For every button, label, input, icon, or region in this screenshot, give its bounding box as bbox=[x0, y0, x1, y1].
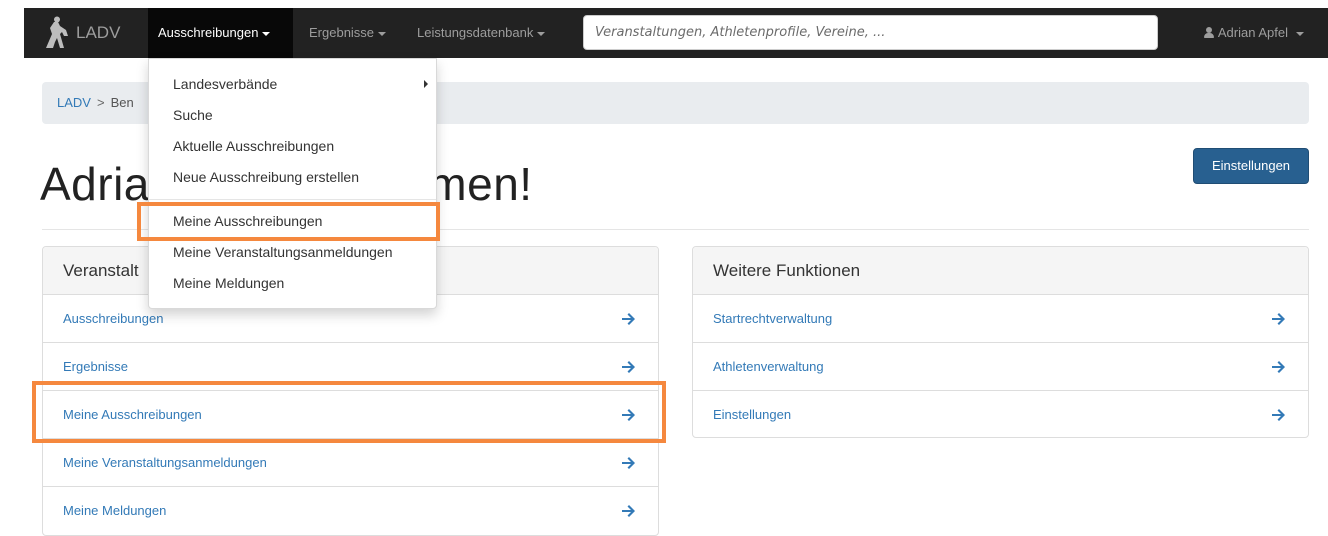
menu-item-suche[interactable]: Suche bbox=[149, 100, 436, 131]
panel-heading: Weitere Funktionen bbox=[693, 247, 1308, 295]
list-item[interactable]: Meine Ausschreibungen bbox=[43, 391, 658, 439]
list-item[interactable]: Meine Meldungen bbox=[43, 487, 658, 535]
nav-leistungsdatenbank[interactable]: Leistungsdatenbank bbox=[417, 8, 546, 58]
breadcrumb-home[interactable]: LADV bbox=[57, 95, 91, 110]
chevron-down-icon bbox=[1296, 31, 1304, 36]
chevron-down-icon bbox=[378, 31, 387, 36]
ausschreibungen-dropdown: Landesverbände Suche Aktuelle Ausschreib… bbox=[148, 58, 437, 309]
breadcrumb-current: Ben bbox=[110, 95, 134, 110]
link-einstellungen[interactable]: Einstellungen bbox=[713, 391, 791, 439]
nav-ergebnisse-label: Ergebnisse bbox=[309, 25, 375, 40]
menu-item-meine-ausschreibungen[interactable]: Meine Ausschreibungen bbox=[149, 206, 436, 237]
user-menu[interactable]: Adrian Apfel bbox=[1203, 8, 1304, 58]
list-item[interactable]: Athletenverwaltung bbox=[693, 343, 1308, 391]
menu-item-aktuelle-ausschreibungen[interactable]: Aktuelle Ausschreibungen bbox=[149, 131, 436, 162]
nav-leistungsdatenbank-label: Leistungsdatenbank bbox=[417, 25, 534, 40]
arrow-right-icon bbox=[1272, 312, 1286, 325]
ladv-logo-icon bbox=[40, 16, 74, 50]
nav-ergebnisse[interactable]: Ergebnisse bbox=[309, 8, 387, 58]
user-name: Adrian Apfel bbox=[1217, 25, 1288, 40]
list-item[interactable]: Meine Veranstaltungsanmeldungen bbox=[43, 439, 658, 487]
brand[interactable]: LADV bbox=[40, 8, 120, 58]
menu-item-meine-veranstaltungsanmeldungen[interactable]: Meine Veranstaltungsanmeldungen bbox=[149, 237, 436, 268]
arrow-right-icon bbox=[622, 408, 636, 421]
list-item[interactable]: Einstellungen bbox=[693, 391, 1308, 439]
arrow-right-icon bbox=[622, 360, 636, 373]
nav-ausschreibungen-label: Ausschreibungen bbox=[158, 25, 259, 40]
brand-text: LADV bbox=[76, 23, 121, 42]
chevron-down-icon bbox=[262, 31, 271, 36]
arrow-right-icon bbox=[1272, 360, 1286, 373]
link-meine-ausschreibungen[interactable]: Meine Ausschreibungen bbox=[63, 391, 202, 439]
link-athletenverwaltung[interactable]: Athletenverwaltung bbox=[713, 343, 824, 391]
page-title-start: Adria bbox=[40, 158, 150, 210]
link-meine-meldungen[interactable]: Meine Meldungen bbox=[63, 487, 166, 535]
menu-item-neue-ausschreibung[interactable]: Neue Ausschreibung erstellen bbox=[149, 162, 436, 193]
arrow-right-icon bbox=[1272, 409, 1286, 421]
navbar: LADV Ausschreibungen Ergebnisse Leistung… bbox=[24, 8, 1328, 58]
chevron-down-icon bbox=[537, 31, 546, 36]
link-meine-veranstaltungsanmeldungen[interactable]: Meine Veranstaltungsanmeldungen bbox=[63, 439, 267, 487]
arrow-right-icon bbox=[622, 456, 636, 469]
link-ergebnisse[interactable]: Ergebnisse bbox=[63, 343, 128, 391]
settings-button[interactable]: Einstellungen bbox=[1193, 148, 1309, 184]
list-item[interactable]: Ergebnisse bbox=[43, 343, 658, 391]
breadcrumb-separator: > bbox=[96, 95, 105, 110]
arrow-right-icon bbox=[622, 505, 636, 517]
panel-weitere-funktionen: Weitere Funktionen Startrechtverwaltung … bbox=[692, 246, 1309, 438]
top-strip bbox=[0, 0, 1328, 8]
menu-divider bbox=[149, 199, 436, 200]
link-startrechtverwaltung[interactable]: Startrechtverwaltung bbox=[713, 295, 832, 343]
menu-item-landesverbaende[interactable]: Landesverbände bbox=[149, 69, 436, 100]
arrow-right-icon bbox=[622, 312, 636, 325]
search-input[interactable] bbox=[583, 15, 1158, 50]
user-icon bbox=[1203, 27, 1214, 38]
nav-ausschreibungen[interactable]: Ausschreibungen bbox=[148, 8, 293, 58]
menu-item-meine-meldungen[interactable]: Meine Meldungen bbox=[149, 268, 436, 299]
list-item[interactable]: Startrechtverwaltung bbox=[693, 295, 1308, 343]
